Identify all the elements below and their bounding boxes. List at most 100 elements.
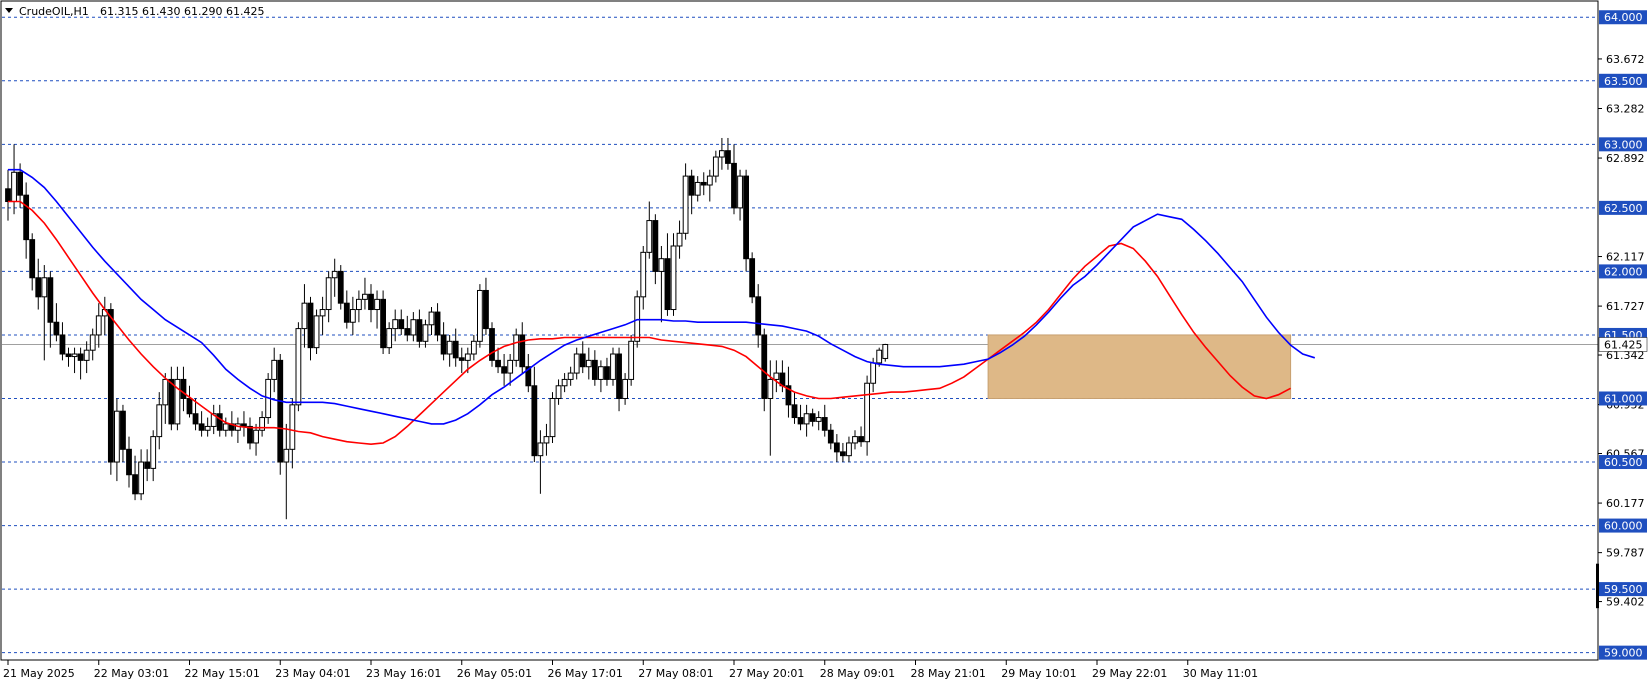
candle xyxy=(549,392,556,443)
bull-candle-body xyxy=(561,378,568,387)
bull-candle-body xyxy=(598,366,604,380)
price-tick-label: 63.672 xyxy=(1606,53,1645,66)
price-tick-label: 62.117 xyxy=(1606,251,1645,264)
bear-candle-body xyxy=(186,397,193,415)
candle xyxy=(749,252,756,304)
bull-candle-body xyxy=(646,220,653,253)
bull-candle-body xyxy=(325,277,332,311)
bear-candle-body xyxy=(126,448,132,476)
bear-candle-body xyxy=(198,423,205,431)
bull-candle-body xyxy=(670,245,677,311)
price-tick-label: 59.787 xyxy=(1606,547,1645,560)
candle xyxy=(277,354,284,475)
candle xyxy=(477,284,483,348)
bear-candle-body xyxy=(688,175,695,196)
bear-candle-body xyxy=(858,436,864,443)
bull-candle-body xyxy=(295,328,302,406)
bull-candle-body xyxy=(283,448,290,463)
bull-candle-body xyxy=(537,442,544,457)
bear-candle-body xyxy=(809,413,816,422)
bear-candle-body xyxy=(192,413,199,425)
price-tick-label: 59.402 xyxy=(1606,596,1645,609)
bear-candle-body xyxy=(23,194,30,241)
bear-candle-body xyxy=(519,334,526,368)
bear-candle-body xyxy=(531,385,538,457)
time-tick-label: 29 May 22:01 xyxy=(1092,667,1167,680)
bear-candle-body xyxy=(797,417,804,425)
bear-candle-body xyxy=(440,334,447,355)
bear-candle-body xyxy=(368,293,374,311)
time-tick-label: 30 May 11:01 xyxy=(1183,667,1258,680)
bull-candle-body xyxy=(356,298,362,311)
time-tick-label: 27 May 08:01 xyxy=(638,667,713,680)
bull-candle-body xyxy=(555,385,562,399)
time-tick-label: 23 May 16:01 xyxy=(366,667,441,680)
bear-candle-body xyxy=(458,357,465,361)
bear-candle-body xyxy=(579,353,586,368)
price-tick-label: 60.177 xyxy=(1606,497,1645,510)
bear-candle-body xyxy=(483,289,489,330)
bull-candle-body xyxy=(585,359,592,368)
bull-candle-body xyxy=(567,372,574,380)
bull-candle-body xyxy=(846,442,852,457)
bear-candle-body xyxy=(755,296,762,336)
bear-candle-body xyxy=(616,353,622,399)
price-chart[interactable]: 63.67263.28262.89262.11761.72761.34260.9… xyxy=(0,0,1651,682)
bull-candle-body xyxy=(446,340,453,355)
bear-candle-body xyxy=(59,334,66,355)
bull-candle-body xyxy=(464,353,471,361)
bull-candle-body xyxy=(422,324,429,342)
bear-candle-body xyxy=(29,239,36,279)
bear-candle-body xyxy=(77,353,84,361)
level-badge-label: 60.000 xyxy=(1604,520,1643,533)
bull-candle-body xyxy=(719,150,725,158)
bull-candle-body xyxy=(162,378,169,406)
bull-candle-body xyxy=(513,334,520,361)
bull-candle-body xyxy=(410,319,417,336)
bear-candle-body xyxy=(840,451,846,457)
price-tick-label: 63.282 xyxy=(1606,102,1645,115)
candle xyxy=(295,322,302,412)
bear-candle-body xyxy=(495,359,501,368)
bear-candle-body xyxy=(404,328,411,336)
bear-candle-body xyxy=(144,461,151,469)
bull-candle-body xyxy=(362,293,368,300)
bear-candle-body xyxy=(180,378,187,399)
bear-candle-body xyxy=(664,258,671,311)
last-price-label: 61.425 xyxy=(1604,338,1643,351)
bull-candle-body xyxy=(628,340,635,380)
bear-candle-body xyxy=(700,181,707,186)
bear-candle-body xyxy=(827,429,834,444)
bull-candle-body xyxy=(876,349,883,364)
bull-candle-body xyxy=(392,319,399,330)
chart-symbol: CrudeOIL,H1 xyxy=(19,5,89,18)
bull-candle-body xyxy=(477,289,483,342)
bull-candle-body xyxy=(89,334,96,351)
bull-candle-body xyxy=(870,362,877,384)
bull-candle-body xyxy=(676,232,683,247)
bull-candle-body xyxy=(767,378,774,399)
bull-candle-body xyxy=(319,309,326,317)
candle xyxy=(670,233,677,316)
bull-candle-body xyxy=(852,436,858,444)
price-tick-label: 62.892 xyxy=(1606,152,1645,165)
time-tick-label: 21 May 2025 xyxy=(3,667,75,680)
candle xyxy=(380,290,387,355)
bear-candle-body xyxy=(53,321,60,336)
bear-candle-body xyxy=(107,309,114,463)
level-badge-label: 62.500 xyxy=(1604,202,1643,215)
bull-candle-body xyxy=(386,328,393,349)
bear-candle-body xyxy=(821,417,828,431)
bear-candle-body xyxy=(725,150,731,164)
bull-candle-body xyxy=(289,404,296,450)
bull-candle-body xyxy=(658,258,665,272)
candle xyxy=(107,303,114,475)
bull-candle-body xyxy=(138,461,144,495)
bear-candle-body xyxy=(761,334,768,399)
level-badge-label: 64.000 xyxy=(1604,11,1643,24)
bear-candle-body xyxy=(241,423,247,427)
bull-candle-body xyxy=(815,417,822,422)
bull-candle-body xyxy=(349,309,356,323)
time-tick-label: 23 May 04:01 xyxy=(275,667,350,680)
bull-candle-body xyxy=(83,349,90,361)
